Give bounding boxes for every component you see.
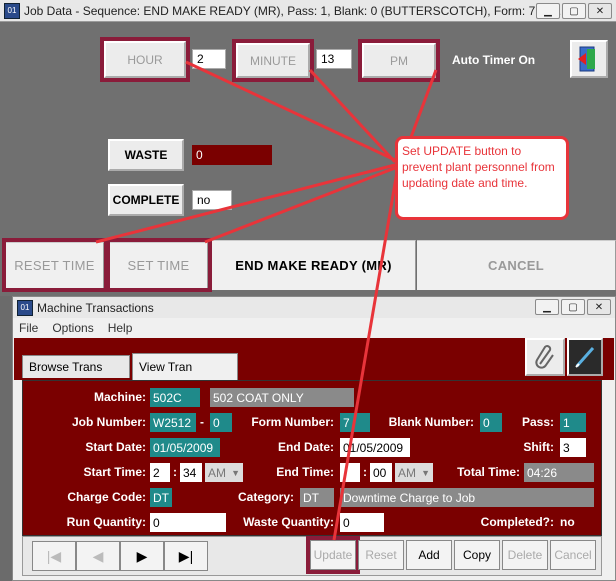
attach-button[interactable] bbox=[525, 338, 565, 376]
exit-door-button[interactable] bbox=[570, 40, 608, 78]
close-button[interactable]: ✕ bbox=[588, 3, 612, 19]
end-time-colon: : bbox=[363, 465, 367, 479]
charge-code-label: Charge Code: bbox=[67, 490, 146, 504]
minute-field[interactable]: 13 bbox=[316, 49, 352, 69]
end-make-ready-button[interactable]: END MAKE READY (MR) bbox=[212, 240, 416, 290]
app-icon: 01 bbox=[4, 2, 20, 19]
set-time-button[interactable]: SET TIME bbox=[106, 238, 212, 292]
machine-desc-field: 502 COAT ONLY bbox=[210, 388, 354, 407]
app-icon: 01 bbox=[17, 299, 33, 316]
shift-field[interactable]: 3 bbox=[560, 438, 586, 457]
job-data-title: Job Data - Sequence: END MAKE READY (MR)… bbox=[24, 3, 565, 18]
minimize-button[interactable]: ▁ bbox=[536, 3, 560, 19]
form-number-field[interactable]: 7 bbox=[340, 413, 370, 432]
start-min-field[interactable]: 34 bbox=[180, 463, 202, 482]
add-button[interactable]: Add bbox=[406, 540, 452, 570]
cancel-button[interactable]: CANCEL bbox=[417, 240, 616, 290]
maximize-button[interactable]: ▢ bbox=[561, 299, 585, 315]
charge-code-field[interactable]: DT bbox=[150, 488, 172, 507]
prev-record-button[interactable]: ◀ bbox=[76, 541, 120, 571]
end-hour-field[interactable] bbox=[340, 463, 360, 482]
blank-number-label: Blank Number: bbox=[388, 415, 474, 429]
end-date-label: End Date: bbox=[277, 440, 334, 454]
start-time-label: Start Time: bbox=[83, 465, 146, 479]
maximize-button[interactable]: ▢ bbox=[562, 3, 586, 19]
delete-button[interactable]: Delete bbox=[502, 540, 548, 570]
completed-label: Completed?: bbox=[480, 515, 554, 529]
mt-title: Machine Transactions bbox=[37, 300, 154, 315]
waste-quantity-field[interactable]: 0 bbox=[340, 513, 384, 532]
edit-pen-button[interactable] bbox=[567, 338, 603, 376]
run-quantity-label: Run Quantity: bbox=[66, 515, 146, 529]
start-date-field[interactable]: 01/05/2009 bbox=[150, 438, 220, 457]
hour-field[interactable]: 2 bbox=[192, 49, 226, 69]
exit-door-icon bbox=[578, 46, 595, 72]
end-min-field[interactable]: 00 bbox=[370, 463, 392, 482]
end-time-label: End Time: bbox=[276, 465, 334, 479]
chevron-down-icon: ▼ bbox=[421, 467, 430, 478]
end-ampm-value: AM bbox=[398, 465, 416, 480]
start-date-label: Start Date: bbox=[85, 440, 146, 454]
blank-number-field[interactable]: 0 bbox=[480, 413, 502, 432]
minute-button[interactable]: MINUTE bbox=[232, 39, 314, 82]
minimize-button[interactable]: ▁ bbox=[535, 299, 559, 315]
category-label: Category: bbox=[237, 490, 294, 504]
pen-icon bbox=[575, 347, 595, 368]
pass-label: Pass: bbox=[521, 415, 554, 429]
pass-field[interactable]: 1 bbox=[560, 413, 586, 432]
menu-options[interactable]: Options bbox=[52, 321, 93, 335]
tab-browse-trans[interactable]: Browse Trans bbox=[22, 355, 130, 378]
reset-time-button[interactable]: RESET TIME bbox=[2, 238, 108, 292]
menu-help[interactable]: Help bbox=[108, 321, 133, 335]
menu-file[interactable]: File bbox=[19, 321, 38, 335]
run-quantity-field[interactable]: 0 bbox=[150, 513, 226, 532]
next-record-button[interactable]: ▶ bbox=[120, 541, 164, 571]
job-dash: - bbox=[200, 415, 204, 429]
waste-quantity-label: Waste Quantity: bbox=[243, 515, 334, 529]
job-number-field[interactable]: W2512 bbox=[150, 413, 196, 432]
complete-field[interactable]: no bbox=[192, 190, 232, 210]
first-record-button[interactable]: |◀ bbox=[32, 541, 76, 571]
end-date-field[interactable]: 01/05/2009 bbox=[340, 438, 410, 457]
auto-timer-label: Auto Timer On bbox=[452, 53, 536, 67]
machine-label: Machine: bbox=[93, 390, 146, 404]
close-button[interactable]: ✕ bbox=[587, 299, 611, 315]
last-record-button[interactable]: ▶| bbox=[164, 541, 208, 571]
category-code-field: DT bbox=[300, 488, 334, 507]
mt-menubar: File Options Help bbox=[13, 318, 615, 338]
category-desc-field: Downtime Charge to Job bbox=[340, 488, 594, 507]
start-hour-field[interactable]: 2 bbox=[150, 463, 170, 482]
waste-button[interactable]: WASTE bbox=[108, 139, 184, 171]
annotation-callout: Set UPDATE button to prevent plant perso… bbox=[395, 136, 569, 220]
cancel-action-button[interactable]: Cancel bbox=[550, 540, 596, 570]
job-sub-field[interactable]: 0 bbox=[210, 413, 232, 432]
hour-button[interactable]: HOUR bbox=[100, 37, 190, 82]
machine-code-field[interactable]: 502C bbox=[150, 388, 200, 407]
mt-titlebar: 01 Machine Transactions ▁ ▢ ✕ bbox=[13, 297, 615, 319]
start-time-colon: : bbox=[173, 465, 177, 479]
job-data-titlebar: 01 Job Data - Sequence: END MAKE READY (… bbox=[0, 0, 616, 22]
total-time-label: Total Time: bbox=[457, 465, 520, 479]
complete-button[interactable]: COMPLETE bbox=[108, 184, 184, 216]
ampm-button[interactable]: PM bbox=[358, 39, 440, 82]
job-number-label: Job Number: bbox=[71, 415, 146, 429]
copy-button[interactable]: Copy bbox=[454, 540, 500, 570]
shift-label: Shift: bbox=[523, 440, 554, 454]
paperclip-icon bbox=[535, 345, 554, 369]
update-button[interactable]: Update bbox=[306, 536, 360, 574]
end-ampm-select[interactable]: AM ▼ bbox=[395, 463, 433, 482]
completed-value: no bbox=[560, 515, 575, 529]
total-time-field: 04:26 bbox=[524, 463, 594, 482]
waste-field[interactable]: 0 bbox=[192, 145, 272, 165]
reset-button[interactable]: Reset bbox=[358, 540, 404, 570]
start-ampm-value: AM bbox=[208, 465, 226, 480]
start-ampm-select[interactable]: AM ▼ bbox=[205, 463, 243, 482]
tab-view-tran[interactable]: View Tran bbox=[132, 353, 238, 380]
form-number-label: Form Number: bbox=[251, 415, 334, 429]
